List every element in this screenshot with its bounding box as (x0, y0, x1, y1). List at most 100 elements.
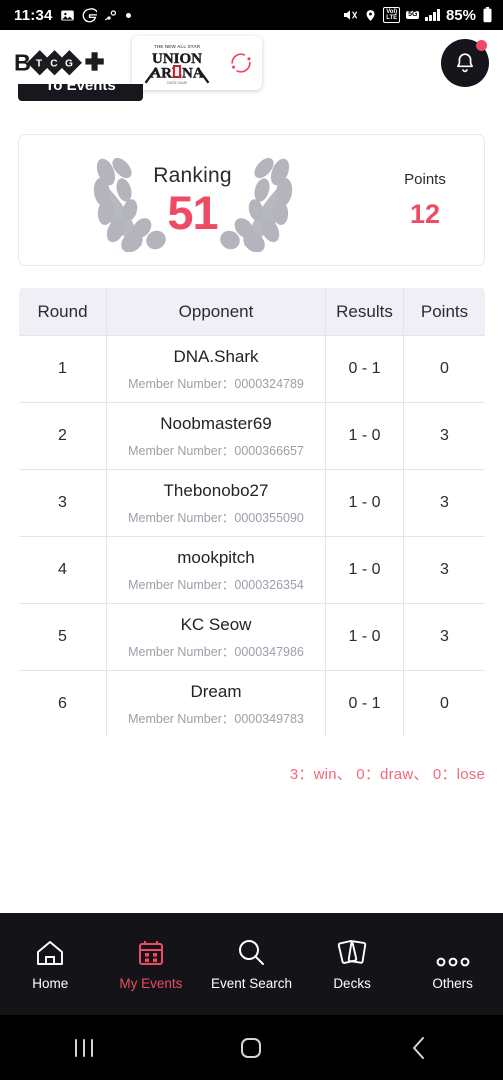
cell-result: 1 - 0 (325, 402, 404, 470)
svg-text:G: G (65, 59, 73, 70)
cell-result: 0 - 1 (325, 335, 404, 403)
brand-logo[interactable]: B TCG (14, 48, 116, 78)
steam-icon (104, 8, 119, 23)
reload-icon[interactable] (228, 50, 254, 76)
table-row[interactable]: 1 DNA.Shark Member Number：0000324789 0 -… (19, 335, 485, 403)
nav-item-my-events[interactable]: My Events (101, 937, 202, 991)
bell-icon (457, 53, 473, 73)
btcg-plus-logo-icon: B TCG (14, 50, 104, 76)
cell-opponent: mookpitch Member Number：0000326354 (106, 536, 326, 604)
ranking-points-value: 12 (409, 198, 441, 229)
back-chevron-icon[interactable] (384, 1015, 454, 1080)
nav-item-decks[interactable]: Decks (302, 937, 403, 991)
more-dots-icon (436, 937, 470, 967)
union-arena-tagline: THE NEW ALL STAR (154, 44, 201, 50)
svg-text:C: C (50, 59, 58, 70)
dot-icon (125, 12, 131, 18)
table-header-row: Round Opponent Results Points (19, 288, 485, 336)
opponent-member: Member Number：0000347986 (128, 644, 304, 659)
opponent-member: Member Number：0000326354 (128, 577, 304, 592)
gallery-icon (60, 8, 75, 23)
union-arena-logo-icon: THE NEW ALL STAR UNION ARENA CARD GAME (144, 44, 210, 85)
battery-percent: 85% (445, 6, 476, 24)
opponent-name: Noobmaster69 (160, 414, 272, 434)
ranking-main-section: Ranking 51 (19, 135, 366, 265)
cell-opponent: Dream Member Number：0000349783 (106, 670, 326, 737)
ranking-points-label: Points (404, 170, 446, 188)
nav-label-my-events: My Events (119, 976, 183, 991)
status-bar-right: VoI) LTE 5G 85% (342, 7, 493, 24)
ranking-card: Ranking 51 Points 12 (18, 134, 485, 266)
opponent-member: Member Number：0000366657 (128, 443, 304, 458)
cell-opponent: Thebonobo27 Member Number：0000355090 (106, 469, 326, 537)
cell-opponent: Noobmaster69 Member Number：0000366657 (106, 402, 326, 470)
table-row[interactable]: 2 Noobmaster69 Member Number：0000366657 … (19, 402, 485, 470)
status-bar-left: 11:34 (14, 7, 131, 24)
volte-icon: VoI) LTE (383, 7, 401, 23)
opponent-name: DNA.Shark (173, 347, 259, 367)
ranking-label: Ranking (153, 163, 232, 187)
nav-item-home[interactable]: Home (0, 937, 101, 991)
status-bar-clock: 11:34 (14, 6, 53, 24)
search-icon (236, 937, 266, 967)
match-results-table: Round Opponent Results Points 1 DNA.Shar… (18, 287, 486, 738)
status-bar: 11:34 VoI) LTE 5G 85% (0, 0, 503, 30)
opponent-member: Member Number：0000355090 (128, 510, 304, 525)
cell-opponent: DNA.Shark Member Number：0000324789 (106, 335, 326, 403)
google-icon (82, 7, 97, 23)
cell-result: 0 - 1 (325, 670, 404, 737)
nav-label-event-search: Event Search (210, 976, 292, 991)
cell-points: 3 (403, 469, 485, 537)
cell-points: 3 (403, 603, 485, 671)
nav-item-event-search[interactable]: Event Search (201, 937, 302, 991)
game-selector-chip[interactable]: THE NEW ALL STAR UNION ARENA CARD GAME (132, 36, 262, 90)
notification-badge-dot (476, 40, 487, 51)
nav-label-others: Others (432, 976, 473, 991)
ranking-points-section: Points 12 (366, 171, 484, 230)
battery-icon (482, 7, 493, 23)
bottom-navigation: Home My Events Event Search Decks Others (0, 913, 503, 1015)
cards-icon (337, 937, 367, 967)
home-circle-icon[interactable] (216, 1015, 286, 1080)
android-navigation-bar (0, 1015, 503, 1080)
cell-points: 3 (403, 536, 485, 604)
recents-icon[interactable] (49, 1015, 119, 1080)
cell-round: 5 (19, 603, 107, 671)
svg-text:T: T (36, 59, 43, 70)
5g-icon: 5G (406, 11, 420, 19)
to-events-button[interactable]: To Events (18, 84, 143, 101)
svg-text:CARD GAME: CARD GAME (167, 81, 188, 85)
column-header-round: Round (19, 288, 107, 336)
table-row[interactable]: 6 Dream Member Number：0000349783 0 - 1 0 (19, 670, 485, 737)
column-header-results: Results (325, 288, 404, 336)
cell-points: 3 (403, 402, 485, 470)
table-header: Round Opponent Results Points (19, 288, 485, 336)
cell-opponent: KC Seow Member Number：0000347986 (106, 603, 326, 671)
svg-text:UNION: UNION (152, 51, 202, 67)
ranking-value: 51 (167, 185, 218, 239)
cell-result: 1 - 0 (325, 469, 404, 537)
mute-icon (342, 7, 358, 23)
nav-item-others[interactable]: Others (402, 937, 503, 991)
table-row[interactable]: 4 mookpitch Member Number：0000326354 1 -… (19, 536, 485, 604)
to-events-button-clipped-region: To Events (18, 84, 143, 101)
table-row[interactable]: 3 Thebonobo27 Member Number：0000355090 1… (19, 469, 485, 537)
home-icon (35, 937, 65, 967)
column-header-points: Points (403, 288, 485, 336)
cell-points: 0 (403, 670, 485, 737)
cell-result: 1 - 0 (325, 536, 404, 604)
location-icon (364, 8, 377, 23)
opponent-member: Member Number：0000324789 (128, 376, 304, 391)
cell-round: 2 (19, 402, 107, 470)
column-header-opponent: Opponent (106, 288, 326, 336)
opponent-name: Dream (190, 682, 242, 702)
ranking-text-block: Ranking 51 (153, 165, 231, 236)
nav-label-decks: Decks (333, 976, 371, 991)
cell-round: 6 (19, 670, 107, 737)
calendar-icon (137, 937, 165, 967)
signal-icon (425, 9, 440, 21)
notifications-button[interactable] (441, 39, 489, 87)
table-row[interactable]: 5 KC Seow Member Number：0000347986 1 - 0… (19, 603, 485, 671)
table-body: 1 DNA.Shark Member Number：0000324789 0 -… (19, 335, 485, 737)
opponent-member: Member Number：0000349783 (128, 711, 304, 726)
